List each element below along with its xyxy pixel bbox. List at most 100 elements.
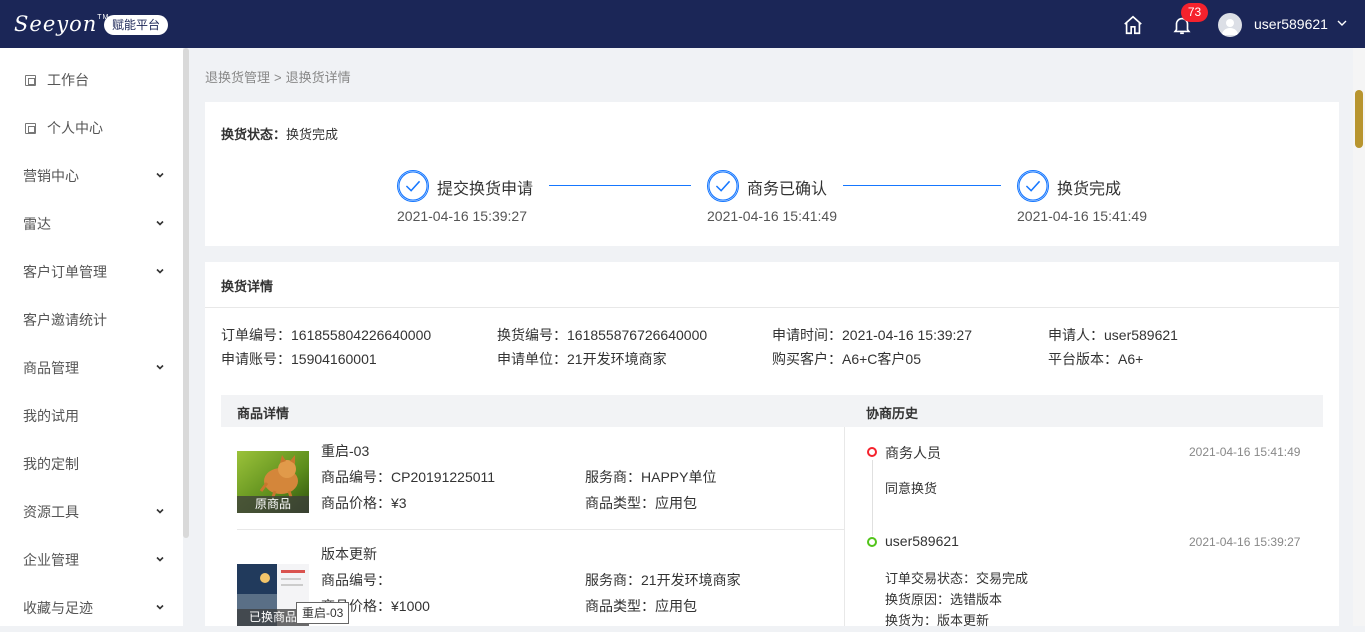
history-message: 同意换货: [885, 481, 938, 496]
product-code: 商品编号：CP20191225011: [321, 469, 496, 485]
sidebar-item-my-trials[interactable]: 我的试用: [0, 392, 183, 440]
check-circle-icon: [397, 170, 429, 202]
order-number: 订单编号：161855804226640000: [221, 327, 432, 343]
product-name[interactable]: 重启-03: [321, 441, 369, 461]
step-time: 2021-04-16 15:41:49: [707, 208, 837, 224]
step-connector: [843, 185, 1001, 186]
sidebar-item-label: 客户邀请统计: [23, 312, 107, 328]
history-author: user589621: [885, 533, 959, 549]
sidebar-scrollbar[interactable]: [183, 48, 189, 538]
sidebar-item-product-management[interactable]: 商品管理: [0, 344, 183, 392]
sidebar-item-label: 资源工具: [23, 504, 79, 520]
breadcrumb-parent-link[interactable]: 退换货管理: [205, 70, 270, 85]
platform-badge: 赋能平台: [104, 15, 169, 35]
sidebar-item-favorites-history[interactable]: 收藏与足迹: [0, 584, 183, 632]
history-timeline-line: [872, 460, 873, 536]
check-circle-icon: [707, 170, 739, 202]
apply-account: 申请账号：15904160001: [221, 351, 377, 367]
step-title: 商务已确认: [747, 181, 828, 198]
sidebar-item-label: 工作台: [47, 72, 89, 88]
breadcrumb-current: 退换货详情: [285, 70, 351, 85]
sidebar-item-label: 雷达: [23, 216, 51, 232]
chevron-down-icon: [156, 604, 164, 610]
history-message: 换货原因：选错版本: [885, 592, 1003, 607]
username[interactable]: user589621: [1254, 16, 1328, 32]
sidebar-item-radar[interactable]: 雷达: [0, 200, 183, 248]
products-history-header: 商品详情 协商历史: [221, 395, 1323, 427]
sidebar-item-label: 客户订单管理: [23, 264, 107, 280]
product-image-original[interactable]: 原商品: [237, 451, 309, 513]
product-tag: 原商品: [237, 496, 309, 513]
exchange-status-label: 换货状态：: [221, 127, 287, 142]
history-message: 换货为：版本更新: [885, 613, 990, 628]
notification-count-badge: 73: [1181, 3, 1208, 22]
sidebar-item-personal-center[interactable]: 个人中心: [0, 104, 183, 152]
product-price: 商品价格：¥3: [321, 495, 407, 511]
chevron-down-icon: [156, 508, 164, 514]
history-time: 2021-04-16 15:41:49: [1189, 445, 1301, 459]
history-message: 订单交易状态：交易完成: [885, 571, 1029, 586]
history-time: 2021-04-16 15:39:27: [1189, 535, 1301, 549]
check-circle-icon: [1017, 170, 1049, 202]
step-title: 换货完成: [1057, 181, 1122, 198]
top-bar: [0, 0, 1365, 48]
chevron-down-icon: [156, 172, 164, 178]
divider: [844, 427, 845, 626]
products-header: 商品详情: [237, 406, 290, 421]
home-icon[interactable]: [1122, 14, 1144, 36]
history-header: 协商历史: [866, 406, 919, 421]
sidebar-item-label: 营销中心: [23, 168, 79, 184]
sidebar-item-label: 商品管理: [23, 360, 79, 376]
sidebar-item-workbench[interactable]: 工作台: [0, 56, 183, 104]
sidebar-item-resource-tools[interactable]: 资源工具: [0, 488, 183, 536]
sidebar-item-label: 收藏与足迹: [23, 600, 93, 616]
sidebar-item-label: 企业管理: [23, 552, 79, 568]
buyer: 购买客户：A6+C客户05: [772, 351, 921, 367]
sidebar-item-label: 我的试用: [23, 408, 79, 424]
product-code: 商品编号：: [321, 572, 391, 588]
product-type: 商品类型：应用包: [585, 598, 697, 614]
step-time: 2021-04-16 15:39:27: [397, 208, 527, 224]
product-type: 商品类型：应用包: [585, 495, 697, 511]
sidebar-item-customer-orders[interactable]: 客户订单管理: [0, 248, 183, 296]
seeyon-logo[interactable]: SeeyonTM: [14, 12, 109, 36]
sidebar-item-invite-stats[interactable]: 客户邀请统计: [0, 296, 183, 344]
divider: [205, 307, 1339, 308]
product-name[interactable]: 版本更新: [321, 544, 377, 564]
divider: [237, 529, 844, 530]
page-icon: [25, 75, 36, 86]
apply-unit: 申请单位：21开发环境商家: [497, 351, 667, 367]
chevron-down-icon: [156, 556, 164, 562]
page-icon: [25, 123, 36, 134]
product-name-tooltip: 重启-03: [296, 602, 350, 624]
step-time: 2021-04-16 15:41:49: [1017, 208, 1147, 224]
exchange-status: 换货状态：换货完成: [221, 124, 338, 143]
history-dot-icon: [867, 537, 877, 547]
sidebar-item-my-customization[interactable]: 我的定制: [0, 440, 183, 488]
page-scrollbar-thumb[interactable]: [1355, 90, 1363, 148]
chevron-down-icon: [156, 268, 164, 274]
sidebar-item-label: 个人中心: [47, 120, 103, 136]
sidebar-item-label: 我的定制: [23, 456, 79, 472]
chevron-down-icon: [156, 364, 164, 370]
history-author: 商务人员: [885, 445, 941, 461]
breadcrumb: 退换货管理 > 退换货详情: [205, 67, 355, 86]
avatar-icon: [1222, 19, 1238, 35]
breadcrumb-separator: >: [274, 70, 282, 85]
chevron-down-icon[interactable]: [1336, 17, 1348, 29]
exchange-status-card: 换货状态：换货完成 提交换货申请 2021-04-16 15:39:27 商务已…: [205, 102, 1339, 246]
sidebar-item-marketing[interactable]: 营销中心: [0, 152, 183, 200]
platform-version: 平台版本：A6+: [1048, 351, 1144, 367]
avatar[interactable]: [1218, 13, 1242, 37]
section-title: 换货详情: [221, 279, 274, 294]
step-title: 提交换货申请: [437, 181, 534, 198]
sidebar: 工作台 个人中心 营销中心 雷达 客户订单管理 客户邀请统计 商品管理 我的试用…: [0, 48, 183, 626]
applicant: 申请人：user589621: [1048, 327, 1178, 343]
product-vendor: 服务商：21开发环境商家: [585, 572, 741, 588]
product-vendor: 服务商：HAPPY单位: [585, 469, 717, 485]
exchange-detail-card: 换货详情 订单编号：161855804226640000 换货编号：161855…: [205, 262, 1339, 628]
apply-time: 申请时间：2021-04-16 15:39:27: [772, 327, 972, 343]
sidebar-item-enterprise-management[interactable]: 企业管理: [0, 536, 183, 584]
step-connector: [549, 185, 691, 186]
history-dot-icon: [867, 447, 877, 457]
